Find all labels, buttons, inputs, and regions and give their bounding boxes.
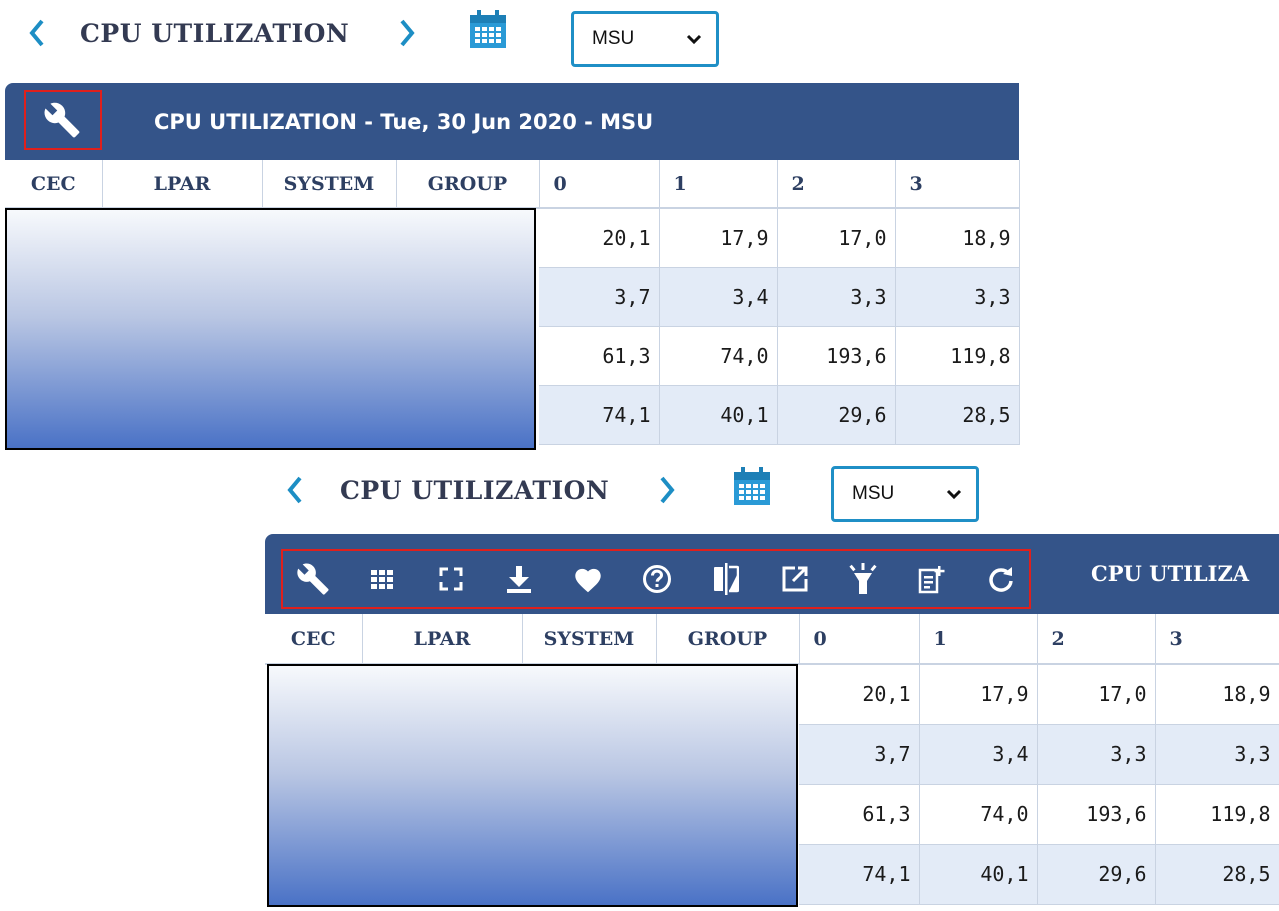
column-header[interactable]: 3 — [1155, 614, 1279, 665]
page-title: CPU UTILIZATION — [80, 19, 350, 48]
table-cell: 61,3 — [799, 784, 920, 845]
chevron-down-icon — [686, 34, 702, 45]
table-cell: 17,0 — [1037, 664, 1156, 725]
unit-select-value: MSU — [852, 483, 895, 504]
table-cell: 3,3 — [1155, 724, 1279, 785]
calendar-icon[interactable] — [468, 8, 508, 50]
calendar-icon[interactable] — [732, 465, 772, 507]
favorite-heart-icon[interactable] — [566, 557, 610, 601]
column-header[interactable]: 1 — [919, 614, 1038, 665]
unit-select[interactable]: MSU — [831, 466, 979, 522]
help-icon[interactable] — [635, 557, 679, 601]
column-header[interactable]: LPAR — [102, 160, 263, 209]
next-chevron-icon[interactable] — [656, 470, 680, 506]
unit-select-value: MSU — [592, 28, 635, 49]
panel-title: CPU UTILIZA — [1091, 561, 1250, 586]
table-cell: 3,3 — [777, 267, 896, 327]
table-cell: 74,0 — [919, 784, 1038, 845]
table-cell: 17,9 — [919, 664, 1038, 725]
refresh-icon[interactable] — [979, 557, 1023, 601]
table-cell: 18,9 — [1155, 664, 1279, 725]
column-header[interactable]: 0 — [539, 160, 660, 209]
panel-header-expanded: CPU UTILIZA — [265, 534, 1279, 614]
table-cell: 61,3 — [539, 326, 660, 386]
wrench-icon[interactable] — [291, 557, 335, 601]
column-header[interactable]: 3 — [895, 160, 1020, 209]
table-cell: 119,8 — [1155, 784, 1279, 845]
column-header[interactable]: GROUP — [656, 614, 800, 665]
table-cell: 74,1 — [539, 385, 660, 445]
table-cell: 3,7 — [799, 724, 920, 785]
next-chevron-icon[interactable] — [396, 13, 420, 49]
column-header[interactable]: 1 — [659, 160, 778, 209]
table-cell: 119,8 — [895, 326, 1020, 386]
panel-title: CPU UTILIZATION - Tue, 30 Jun 2020 - MSU — [154, 110, 654, 134]
column-header[interactable]: 0 — [799, 614, 920, 665]
column-header[interactable]: SYSTEM — [262, 160, 397, 209]
page-title: CPU UTILIZATION — [340, 476, 610, 505]
chevron-down-icon — [946, 489, 962, 500]
prev-chevron-icon[interactable] — [24, 13, 48, 49]
table-cell: 17,0 — [777, 208, 896, 268]
table-cell: 29,6 — [777, 385, 896, 445]
wrench-icon[interactable] — [37, 98, 87, 142]
fullscreen-icon[interactable] — [429, 557, 473, 601]
table-cell: 29,6 — [1037, 844, 1156, 905]
download-icon[interactable] — [497, 557, 541, 601]
table-cell: 3,4 — [659, 267, 778, 327]
column-header[interactable]: LPAR — [362, 614, 523, 665]
column-header[interactable]: 2 — [1037, 614, 1156, 665]
highlight-icon[interactable] — [841, 557, 885, 601]
table-cell: 74,1 — [799, 844, 920, 905]
table-cell: 28,5 — [1155, 844, 1279, 905]
table-cell: 40,1 — [919, 844, 1038, 905]
table-cell: 3,3 — [895, 267, 1020, 327]
table-cell: 3,4 — [919, 724, 1038, 785]
table-cell: 193,6 — [1037, 784, 1156, 845]
grid-icon[interactable] — [360, 557, 404, 601]
unit-select[interactable]: MSU — [571, 11, 719, 67]
table-cell: 20,1 — [799, 664, 920, 725]
panel-header: CPU UTILIZATION - Tue, 30 Jun 2020 - MSU — [5, 83, 1019, 160]
compare-icon[interactable] — [704, 557, 748, 601]
table-cell: 3,7 — [539, 267, 660, 327]
column-header[interactable]: 2 — [777, 160, 896, 209]
column-header[interactable]: SYSTEM — [522, 614, 657, 665]
table-cell: 28,5 — [895, 385, 1020, 445]
top-title-bar: CPU UTILIZATION MSU — [0, 0, 1279, 67]
prev-chevron-icon[interactable] — [282, 470, 306, 506]
open-external-icon[interactable] — [773, 557, 817, 601]
column-header[interactable]: GROUP — [396, 160, 540, 209]
table-cell: 193,6 — [777, 326, 896, 386]
column-header[interactable]: CEC — [5, 160, 103, 209]
column-header[interactable]: CEC — [265, 614, 363, 665]
table-cell: 20,1 — [539, 208, 660, 268]
table-cell: 3,3 — [1037, 724, 1156, 785]
add-note-icon[interactable] — [910, 557, 954, 601]
bottom-title-bar: CPU UTILIZATION MSU — [0, 455, 1279, 525]
masked-region — [5, 208, 536, 450]
table-cell: 40,1 — [659, 385, 778, 445]
table-cell: 18,9 — [895, 208, 1020, 268]
table-cell: 74,0 — [659, 326, 778, 386]
masked-region — [267, 664, 798, 907]
table-cell: 17,9 — [659, 208, 778, 268]
panel-toolbar — [291, 555, 1023, 603]
